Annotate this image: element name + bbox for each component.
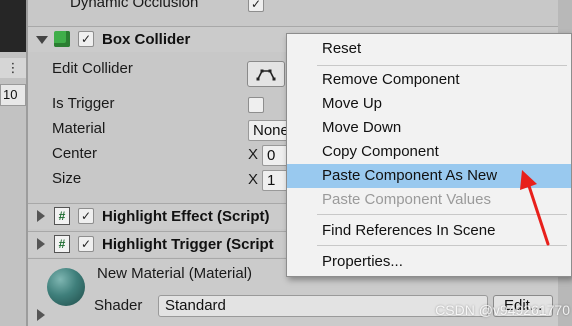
menu-item-copy-component[interactable]: Copy Component [287,140,571,164]
is-trigger-label: Is Trigger [52,95,115,112]
dynamic-occlusion-label: Dynamic Occlusion [70,0,199,11]
menu-item-find-references[interactable]: Find References In Scene [287,219,571,243]
center-x-field[interactable]: 0 [262,145,288,166]
shader-label: Shader [94,297,143,314]
is-trigger-checkbox[interactable] [248,97,264,113]
material-title: New Material (Material) [97,265,253,282]
watermark-text: CSDN @v949261770 [435,302,570,318]
scene-view-area [0,0,26,52]
edit-collider-icon [256,69,276,81]
foldout-open-icon[interactable] [36,36,48,44]
material-preview-sphere[interactable] [47,268,85,306]
component-context-menu: Reset Remove Component Move Up Move Down… [286,33,572,277]
dynamic-occlusion-checkbox[interactable]: ✓ [248,0,264,12]
edit-collider-button[interactable] [247,61,285,87]
highlight-trigger-enable-checkbox[interactable]: ✓ [78,236,94,252]
menu-item-properties[interactable]: Properties... [287,250,571,274]
material-field[interactable]: None [248,120,289,141]
box-collider-enable-checkbox[interactable]: ✓ [78,31,94,47]
menu-separator [317,65,567,66]
script-icon: # [54,207,70,225]
material-label: Material [52,120,106,137]
center-x-label[interactable]: X [248,146,258,163]
edit-collider-label: Edit Collider [52,60,133,77]
highlight-trigger-title: Highlight Trigger (Script [102,236,274,253]
foldout-closed-icon[interactable] [37,210,45,222]
menu-item-paste-component-values: Paste Component Values [322,191,491,208]
foldout-closed-icon[interactable] [37,238,45,250]
menu-item-move-down[interactable]: Move Down [287,116,571,140]
menu-item-paste-component-as-new[interactable]: Paste Component As New [287,164,571,188]
size-x-label[interactable]: X [248,171,258,188]
menu-separator [317,214,567,215]
left-panel: ⋮ 10 [0,0,26,326]
menu-item-move-up[interactable]: Move Up [287,92,571,116]
foldout-closed-icon[interactable] [37,309,45,321]
more-options-icon[interactable]: ⋮ [0,58,26,78]
menu-item-reset[interactable]: Reset [287,37,571,61]
script-icon: # [54,235,70,253]
highlight-effect-enable-checkbox[interactable]: ✓ [78,208,94,224]
highlight-effect-title: Highlight Effect (Script) [102,208,270,225]
size-x-field[interactable]: 1 [262,170,288,191]
value-field[interactable]: 10 [0,84,26,106]
box-collider-icon [54,31,70,47]
center-label: Center [52,145,98,162]
menu-item-remove-component[interactable]: Remove Component [287,68,571,92]
size-label: Size [52,170,82,187]
box-collider-title: Box Collider [102,31,191,48]
menu-separator [317,245,567,246]
